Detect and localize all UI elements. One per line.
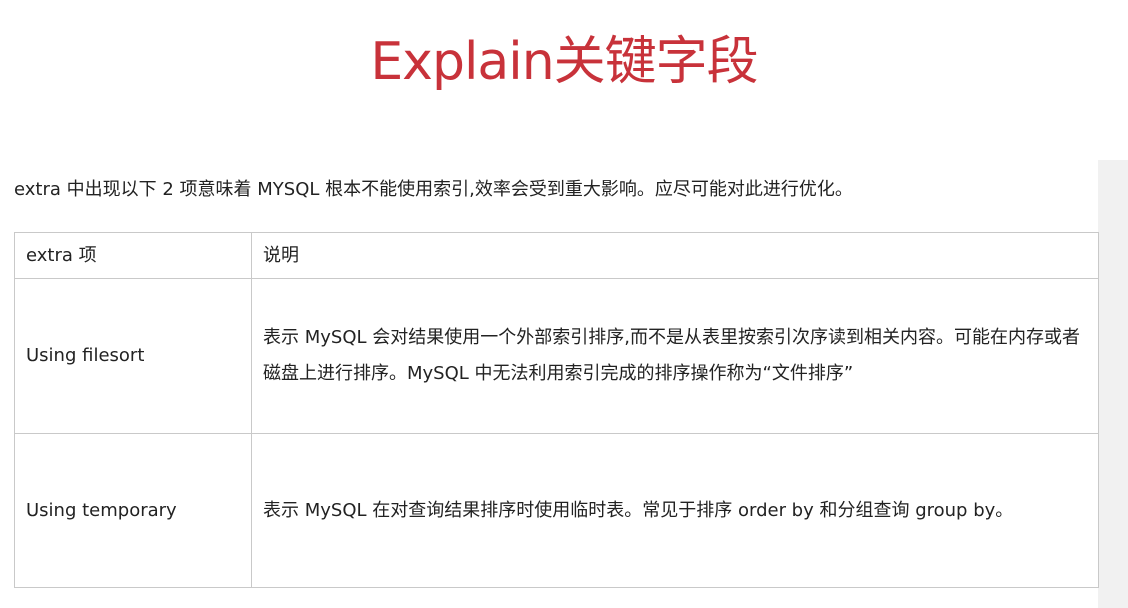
row-item-filesort: Using filesort [14,278,252,434]
table-row: Using temporary 表示 MySQL 在对查询结果排序时使用临时表。… [14,433,1099,588]
header-extra-item: extra 项 [14,232,252,279]
intro-text: extra 中出现以下 2 项意味着 MYSQL 根本不能使用索引,效率会受到重… [14,179,853,200]
page-edge-shadow [1098,160,1128,608]
slide-title: Explain关键字段 [370,32,758,92]
table-row: Using filesort 表示 MySQL 会对结果使用一个外部索引排序,而… [14,278,1099,434]
row-item-temporary: Using temporary [14,433,252,588]
table-header-row: extra 项 说明 [14,232,1099,279]
row-description-temporary: 表示 MySQL 在对查询结果排序时使用临时表。常见于排序 order by 和… [251,433,1099,588]
extra-table: extra 项 说明 Using filesort 表示 MySQL 会对结果使… [14,232,1099,588]
row-description-filesort: 表示 MySQL 会对结果使用一个外部索引排序,而不是从表里按索引次序读到相关内… [251,278,1099,434]
header-description: 说明 [251,232,1099,279]
